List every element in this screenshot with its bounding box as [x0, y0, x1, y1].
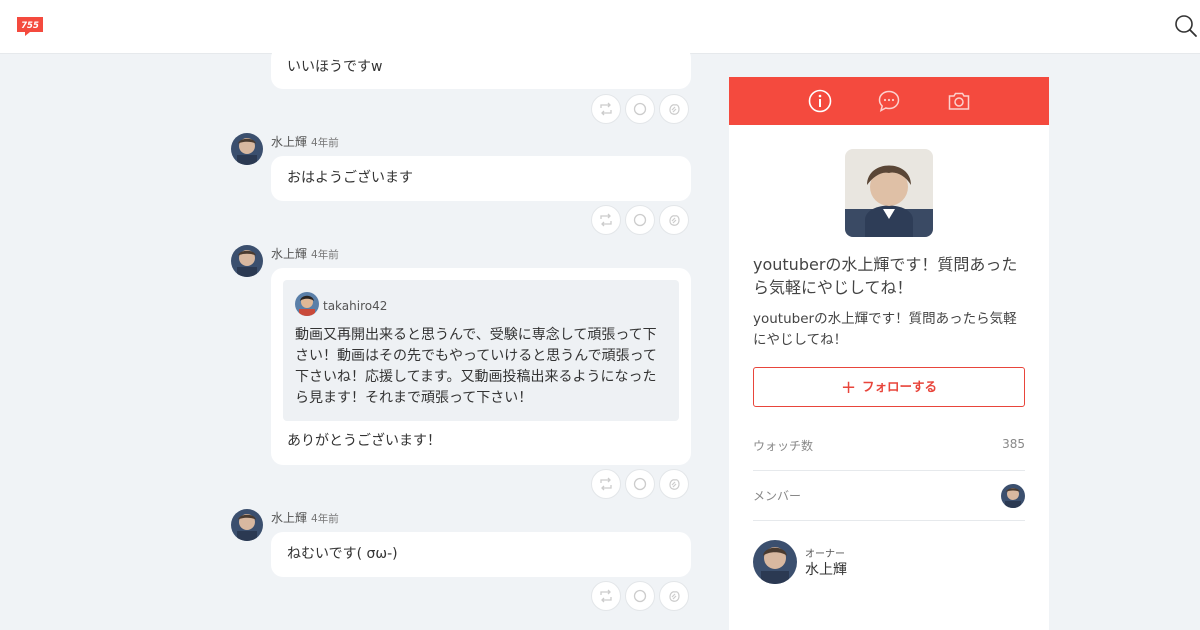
quote-author-name[interactable]: takahiro42	[323, 296, 387, 317]
room-sidebar: youtuberの水上輝です！質問あったら気軽にやじしてね！ youtuberの…	[729, 77, 1049, 630]
camera-icon[interactable]	[947, 89, 971, 113]
logo-text: 755	[21, 21, 39, 31]
comment-icon	[633, 589, 647, 603]
follow-button[interactable]: + フォローする	[753, 367, 1025, 407]
room-profile-image[interactable]	[845, 149, 933, 237]
plus-icon: +	[840, 377, 857, 398]
owner-name[interactable]: 水上輝	[805, 559, 847, 579]
post-meta: 水上輝 4年前	[271, 245, 339, 261]
user-avatar[interactable]	[231, 509, 263, 541]
755-logo-icon[interactable]: 755	[16, 16, 44, 37]
post-time: 4年前	[311, 137, 339, 149]
watch-count-label: ウォッチ数	[753, 439, 814, 453]
clap-icon	[669, 591, 680, 602]
avatar-photo	[231, 245, 263, 277]
comment-icon	[633, 102, 647, 116]
watch-count-row: ウォッチ数 385	[753, 421, 1025, 471]
comment-icon	[633, 213, 647, 227]
message-bubble: おはようございます	[271, 156, 691, 201]
members-row[interactable]: メンバー	[753, 471, 1025, 521]
info-icon[interactable]	[808, 89, 832, 113]
message-bubble: takahiro42 動画又再開出来ると思うんで、受験に専念して頑張って下さい！…	[271, 268, 691, 465]
retweet-icon	[600, 213, 612, 227]
user-avatar[interactable]	[231, 245, 263, 277]
retweet-icon	[600, 589, 612, 603]
message-bubble: いいほうですw	[271, 46, 691, 89]
quote-avatar[interactable]	[295, 292, 319, 316]
post-meta: 水上輝 4年前	[271, 133, 339, 149]
retweet-icon	[600, 477, 612, 491]
clap-button[interactable]	[659, 581, 689, 611]
retweet-button[interactable]	[591, 94, 621, 124]
quote-text: 動画又再開出来ると思うんで、受験に専念して頑張って下さい！動画はその先でもやって…	[295, 327, 657, 406]
profile-photo	[845, 149, 933, 237]
author-name[interactable]: 水上輝	[271, 247, 307, 261]
author-name[interactable]: 水上輝	[271, 511, 307, 525]
search-icon[interactable]	[1174, 14, 1198, 38]
clap-button[interactable]	[659, 94, 689, 124]
post-meta: 水上輝 4年前	[271, 509, 339, 525]
follow-label: フォローする	[862, 379, 938, 394]
retweet-button[interactable]	[591, 469, 621, 499]
post-time: 4年前	[311, 249, 339, 261]
quoted-post[interactable]: takahiro42 動画又再開出来ると思うんで、受験に専念して頑張って下さい！…	[283, 280, 679, 421]
room-title: youtuberの水上輝です！質問あったら気軽にやじしてね！	[753, 255, 1018, 297]
avatar-photo	[1001, 484, 1025, 508]
owner-info[interactable]: オーナー 水上輝	[753, 540, 1025, 584]
post-actions	[591, 94, 691, 124]
clap-button[interactable]	[659, 205, 689, 235]
post-actions	[591, 581, 691, 611]
sidebar-tabs	[729, 77, 1049, 125]
owner-avatar[interactable]	[753, 540, 797, 584]
message-text: おはようございます	[287, 170, 413, 186]
avatar-photo	[231, 133, 263, 165]
member-avatar[interactable]	[1001, 484, 1025, 508]
avatar-photo	[295, 292, 319, 316]
retweet-button[interactable]	[591, 205, 621, 235]
avatar-photo	[231, 509, 263, 541]
message-text: ありがとうございます！	[287, 433, 441, 449]
message-bubble: ねむいです( σω-)	[271, 532, 691, 577]
members-label: メンバー	[753, 489, 802, 503]
comment-button[interactable]	[625, 581, 655, 611]
comment-button[interactable]	[625, 205, 655, 235]
message-text: ねむいです( σω-)	[287, 546, 398, 562]
comment-button[interactable]	[625, 94, 655, 124]
quote-header: takahiro42	[295, 292, 667, 316]
user-avatar[interactable]	[231, 133, 263, 165]
owner-role: オーナー	[805, 549, 845, 560]
post-actions	[591, 205, 691, 235]
chat-icon[interactable]	[877, 89, 901, 113]
clap-icon	[669, 104, 680, 115]
clap-icon	[669, 479, 680, 490]
retweet-icon	[600, 102, 612, 116]
post-actions	[591, 469, 691, 499]
author-name[interactable]: 水上輝	[271, 135, 307, 149]
post-time: 4年前	[311, 513, 339, 525]
clap-button[interactable]	[659, 469, 689, 499]
message-text: いいほうですw	[287, 59, 383, 75]
retweet-button[interactable]	[591, 581, 621, 611]
comment-button[interactable]	[625, 469, 655, 499]
watch-count-value: 385	[1002, 437, 1025, 451]
comment-icon	[633, 477, 647, 491]
avatar-photo	[753, 540, 797, 584]
room-description: youtuberの水上輝です！質問あったら気軽にやじしてね！	[753, 311, 1017, 348]
clap-icon	[669, 215, 680, 226]
